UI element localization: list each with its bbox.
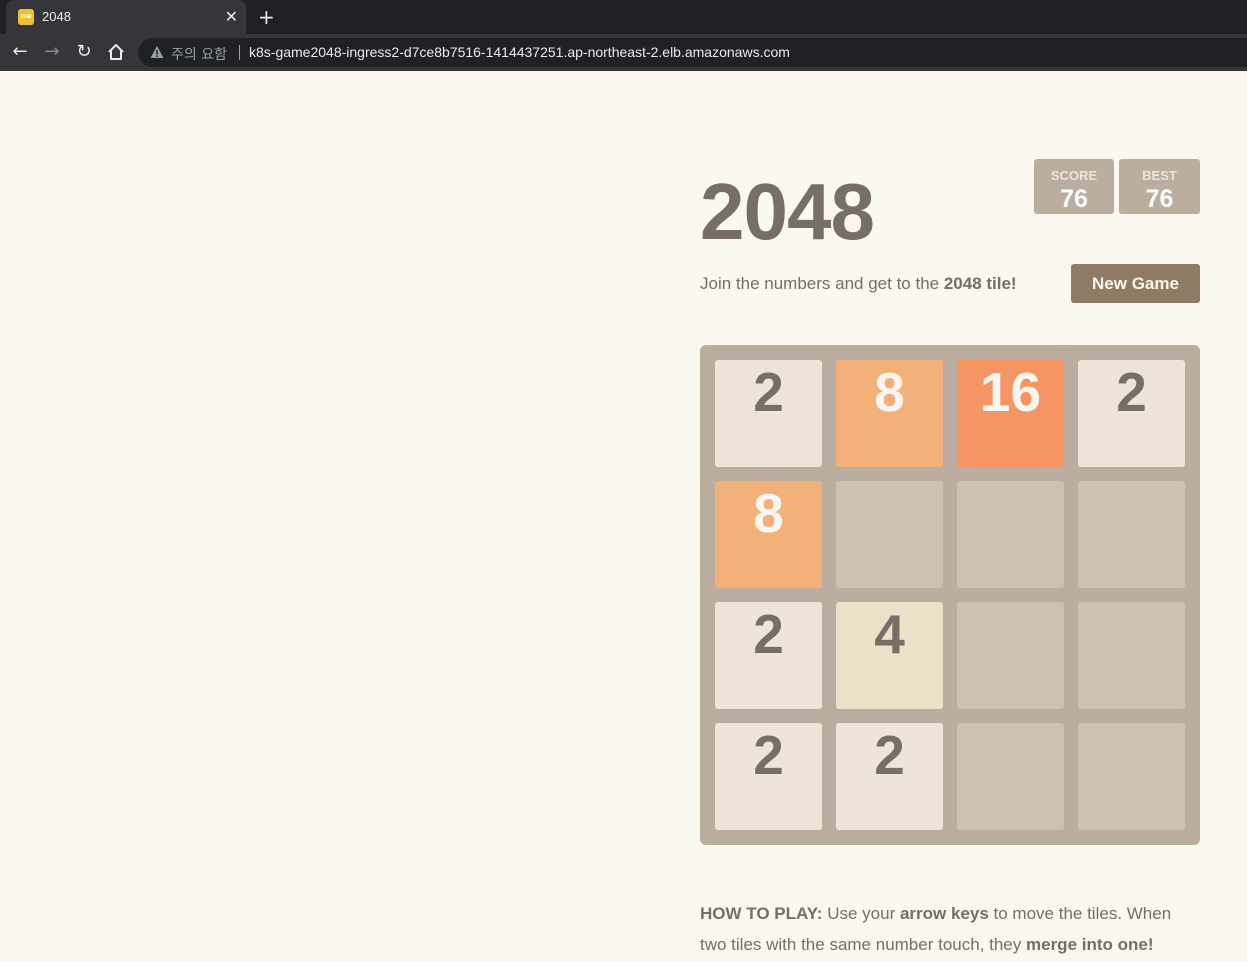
forward-arrow-icon[interactable]: → [41,41,63,63]
close-tab-icon[interactable]: ✕ [225,8,238,26]
empty-cell [957,723,1064,830]
omnibox-separator [239,45,240,60]
empty-cell [957,602,1064,709]
tile-2: 2 [715,360,822,467]
empty-cell [836,481,943,588]
favicon-icon: 2048 [18,9,34,25]
browser-toolbar: ← → ↻ 주의 요함 k8s-game2048-ingress2-d7ce8b… [0,34,1247,71]
arrow-keys-text: arrow keys [899,904,989,923]
tile-2: 2 [715,602,822,709]
tile-2: 2 [715,723,822,830]
new-game-button[interactable]: New Game [1071,264,1200,303]
empty-cell [1078,723,1185,830]
browser-tab-strip: 2048 2048 ✕ + [0,0,1247,34]
game-intro: Join the numbers and get to the 2048 til… [700,274,1017,294]
tile-2: 2 [1078,360,1185,467]
tile-8: 8 [715,481,822,588]
best-label: BEST [1142,168,1177,183]
security-warning[interactable]: 주의 요함 [171,44,227,64]
how-to-play-label: HOW TO PLAY: [700,904,823,923]
best-value: 76 [1145,185,1174,213]
intro-highlight: 2048 tile! [943,274,1017,293]
score-value: 76 [1060,185,1088,213]
merge-text: merge into one! [1026,935,1154,954]
empty-cell [1078,481,1185,588]
how-to-play: HOW TO PLAY: Use your arrow keys to move… [700,898,1200,960]
tile-8: 8 [836,360,943,467]
game-title: 2048 [700,167,875,256]
score-box: SCORE 76 [1034,159,1114,214]
best-box: BEST 76 [1119,159,1200,214]
new-tab-icon[interactable]: + [258,6,275,28]
score-label: SCORE [1050,168,1098,183]
back-arrow-icon[interactable]: ← [9,41,31,63]
empty-cell [957,481,1064,588]
tile-16: 16 [957,360,1064,467]
tile-2: 2 [836,723,943,830]
game-board[interactable]: 2 8 16 2 8 2 4 2 2 [700,345,1200,845]
reload-icon[interactable]: ↻ [73,41,95,63]
address-bar[interactable]: 주의 요함 k8s-game2048-ingress2-d7ce8b7516-1… [138,38,1247,67]
empty-cell [1078,602,1185,709]
tile-4: 4 [836,602,943,709]
tab-title: 2048 [42,9,71,24]
warning-icon [150,46,164,58]
url-text[interactable]: k8s-game2048-ingress2-d7ce8b7516-1414437… [249,44,790,60]
home-icon[interactable] [105,41,127,63]
browser-tab[interactable]: 2048 2048 ✕ [6,0,246,34]
how-to-play-text-1: Use your [822,904,900,923]
intro-text: Join the numbers and get to the [700,274,944,293]
